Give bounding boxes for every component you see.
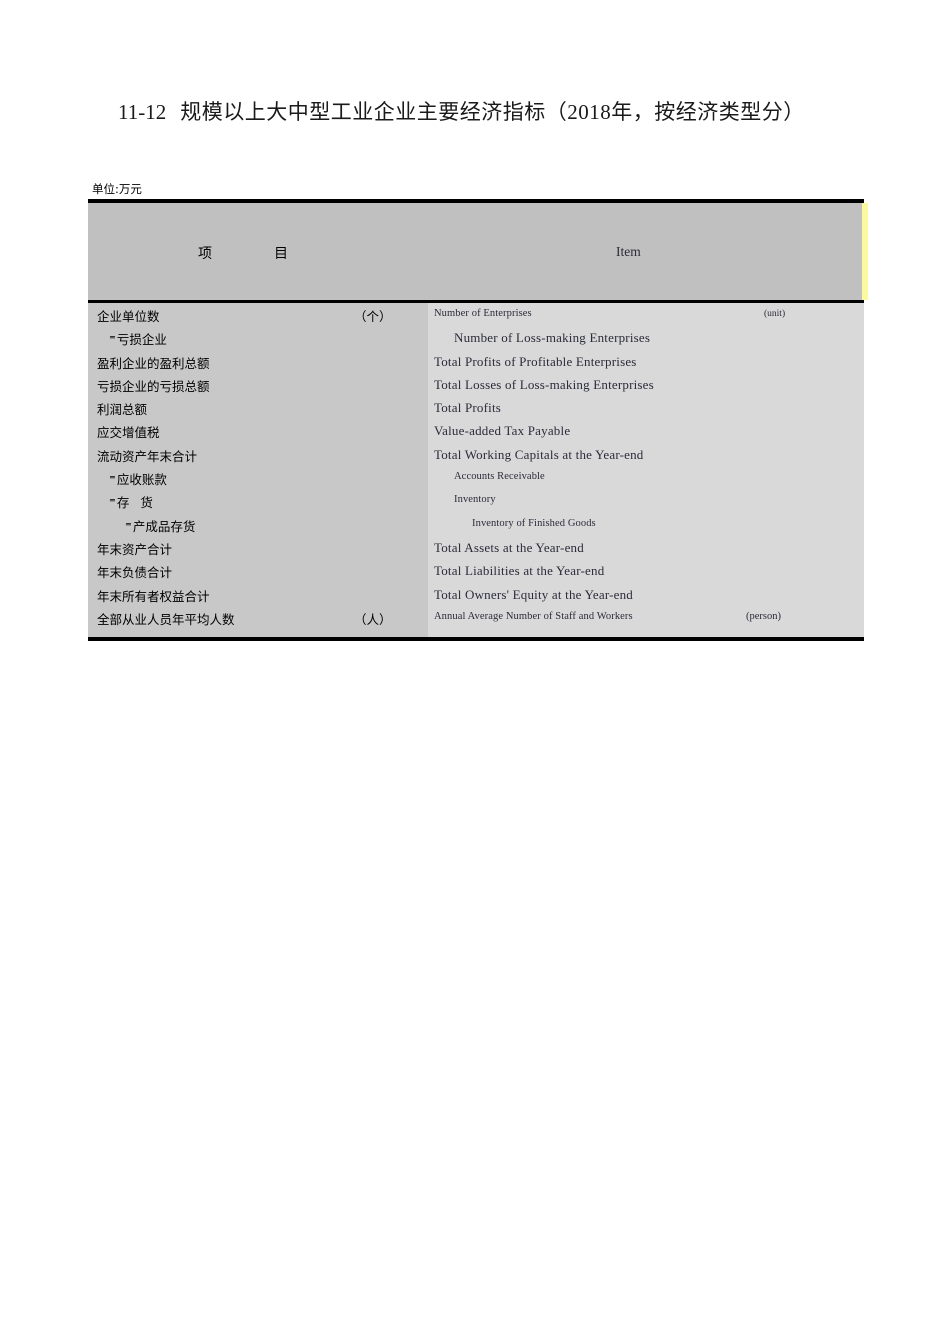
table-row: 全部从业人员年平均人数 （人） Annual Average Number of S… — [88, 606, 864, 629]
row-label-cn-text: 年末所有者权益合计 — [97, 588, 210, 604]
row-unit-en: (unit) — [764, 309, 786, 319]
row-label-en: Inventory of Finished Goods — [472, 517, 596, 529]
row-label-cn: 年末负债合计 — [97, 562, 172, 581]
sub-item-marker-icon: ═ — [110, 333, 115, 343]
row-label-cn: 盈利企业的盈利总额 — [97, 353, 210, 372]
row-label-cn: 全部从业人员年平均人数 — [97, 609, 235, 628]
table-header-row: 项目 Item — [88, 203, 868, 300]
row-label-cn: 亏损企业的亏损总额 — [97, 376, 210, 395]
table-header-cn: 项目 — [198, 243, 288, 263]
table-row: 亏损企业的亏损总额 Total Losses of Loss-making Ent… — [88, 373, 864, 396]
table-row: ═ 亏损企业 Number of Loss-making Enterprises — [88, 326, 864, 349]
row-label-cn-text: 产成品存货 — [132, 518, 196, 534]
table-row: ═ 产成品存货 Inventory of Finished Goods — [88, 513, 864, 536]
row-label-cn-text: 应交增值税 — [97, 425, 160, 441]
row-label-en: Total Profits — [434, 400, 502, 416]
row-label-cn-text: 年末资产合计 — [97, 541, 173, 557]
table-row: 盈利企业的盈利总额 Total Profits of Profitable Ent… — [88, 350, 864, 373]
row-unit-cn: （人） — [354, 611, 392, 627]
row-label-cn: 年末资产合计 — [97, 539, 172, 558]
row-label-cn-text: 年末负债合计 — [97, 565, 173, 581]
row-label-cn-text: 亏损企业的亏损总额 — [97, 378, 210, 394]
row-label-en: Inventory — [454, 494, 496, 506]
table-rows: 企业单位数 （个） Number of Enterprises (unit) ═ 亏损企业… — [88, 303, 864, 629]
table-row: 流动资产年末合计 Total Working Capitals at the Ye… — [88, 443, 864, 466]
row-label-cn: ═ 存货 — [110, 492, 153, 511]
table-row: 年末所有者权益合计 Total Owners' Equity at the Yea… — [88, 583, 864, 606]
row-label-en: Value-added Tax Payable — [434, 423, 571, 439]
sub-item-marker-icon: ═ — [110, 496, 115, 506]
header-highlight-edge — [862, 203, 868, 300]
row-label-en: Total Profits of Profitable Enterprises — [434, 353, 637, 369]
row-label-cn: ═ 产成品存货 — [126, 516, 195, 535]
row-label-en: Total Assets at the Year-end — [434, 539, 584, 555]
row-label-cn-text: 亏损企业 — [116, 332, 167, 348]
row-label-en: Number of Loss-making Enterprises — [454, 330, 651, 346]
table-row: 利润总额 Total Profits — [88, 396, 864, 419]
row-label-en: Accounts Receivable — [454, 471, 545, 483]
table-row: 企业单位数 （个） Number of Enterprises (unit) — [88, 303, 864, 326]
table-row: ═ 应收账款 Accounts Receivable — [88, 466, 864, 489]
row-label-cn-text: 企业单位数 — [97, 309, 160, 324]
row-label-cn-text: 流动资产年末合计 — [97, 448, 198, 464]
table-header-cn-second: 目 — [274, 246, 288, 262]
row-label-cn-text: 存货 — [116, 495, 153, 511]
economic-indicators-table: 项目 Item 企业单位数 （个） Number of Enterprises (un… — [88, 199, 868, 641]
row-label-en: Total Working Capitals at the Year-end — [434, 446, 644, 462]
row-label-cn-text: 应收账款 — [116, 472, 167, 488]
row-label-cn-text: 盈利企业的盈利总额 — [97, 355, 210, 371]
row-label-en: Annual Average Number of Staff and Worke… — [434, 610, 633, 622]
row-label-cn: ═ 应收账款 — [110, 469, 167, 488]
row-unit-en: (person) — [746, 610, 781, 622]
unit-caption: 单位:万元 — [92, 182, 142, 196]
row-label-cn: 企业单位数 — [97, 306, 160, 325]
table-row: 应交增值税 Value-added Tax Payable — [88, 419, 864, 442]
page-title-number: 11-12 — [118, 100, 167, 124]
row-label-en: Total Owners' Equity at the Year-end — [434, 586, 633, 602]
row-label-en: Number of Enterprises — [434, 308, 532, 319]
page-title-text: 规模以上大中型工业企业主要经济指标（2018年，按经济类型分） — [180, 100, 805, 124]
table-header-en: Item — [616, 244, 641, 259]
sub-item-marker-icon: ═ — [110, 473, 115, 483]
row-label-cn-text: 全部从业人员年平均人数 — [97, 611, 235, 627]
row-label-cn: ═ 亏损企业 — [110, 329, 167, 348]
row-label-cn: 应交增值税 — [97, 422, 160, 441]
table-row: 年末资产合计 Total Assets at the Year-end — [88, 536, 864, 559]
row-label-cn: 流动资产年末合计 — [97, 446, 197, 465]
table-row: ═ 存货 Inventory — [88, 489, 864, 512]
row-label-cn: 年末所有者权益合计 — [97, 586, 210, 605]
table-header-cn-first: 项 — [198, 246, 212, 262]
sub-item-marker-icon: ═ — [126, 519, 131, 529]
row-label-en: Total Liabilities at the Year-end — [434, 563, 605, 579]
row-label-en: Total Losses of Loss-making Enterprises — [434, 376, 654, 392]
row-unit-cn: （个） — [354, 309, 392, 324]
table-row: 年末负债合计 Total Liabilities at the Year-end — [88, 559, 864, 582]
row-label-cn: 利润总额 — [97, 399, 147, 418]
table-body: 企业单位数 （个） Number of Enterprises (unit) ═ 亏损企业… — [88, 303, 864, 637]
row-label-cn-text: 利润总额 — [97, 402, 148, 418]
page-title: 11-12 规模以上大中型工业企业主要经济指标（2018年，按经济类型分） — [118, 96, 805, 126]
table-bottom-rule — [88, 637, 864, 641]
